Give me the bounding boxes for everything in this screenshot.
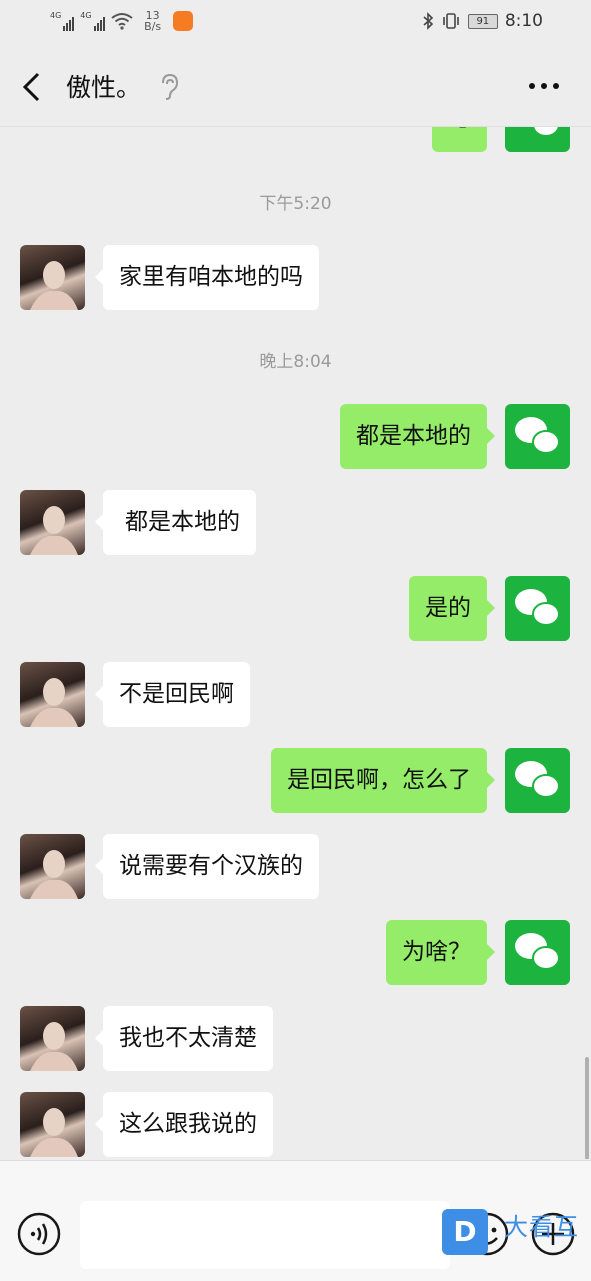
message-input[interactable]: [80, 1201, 450, 1269]
voice-input-icon[interactable]: [16, 1211, 62, 1257]
sent-message-bubble[interactable]: 是回民啊，怎么了: [271, 748, 495, 813]
timestamp: 下午5:20: [259, 194, 332, 214]
battery-icon: 91: [467, 13, 498, 29]
cellular-signal-icon: 4G: [80, 11, 105, 31]
network-speed: 13 B/s: [144, 9, 162, 33]
received-message-bubble[interactable]: 家里有咱本地的吗: [95, 245, 319, 310]
cellular-signal-icon: 4G: [50, 11, 75, 31]
contact-avatar[interactable]: [20, 1006, 85, 1071]
message-list[interactable]: 嗯 下午5:20 家里有咱本地的吗 晚上8:04 都是本地的 都是本地的 是的 …: [0, 127, 591, 1159]
status-bar: 4G 4G 13 B/s 91 8:10: [0, 0, 591, 46]
received-message-bubble[interactable]: 说需要有个汉族的: [95, 834, 319, 899]
contact-avatar[interactable]: [20, 834, 85, 899]
contact-avatar[interactable]: [20, 1092, 85, 1157]
my-avatar-wechat-icon[interactable]: [505, 127, 570, 152]
received-message-bubble[interactable]: 这么跟我说的: [95, 1092, 273, 1157]
input-bar: D 大看互: [0, 1160, 591, 1281]
sent-message-bubble[interactable]: 是的: [409, 576, 495, 641]
watermark-logo: D: [442, 1209, 488, 1255]
received-message-bubble[interactable]: 都是本地的: [95, 490, 256, 555]
sent-message-bubble[interactable]: 嗯: [432, 127, 487, 152]
chat-header: 傲性。: [0, 46, 591, 127]
app-notification-icon: [172, 11, 193, 31]
my-avatar-wechat-icon[interactable]: [505, 748, 570, 813]
bluetooth-icon: [423, 12, 433, 30]
contact-avatar[interactable]: [20, 490, 85, 555]
received-message-bubble[interactable]: 不是回民啊: [95, 662, 250, 727]
watermark-text: 大看互: [504, 1213, 579, 1241]
clock: 8:10: [504, 11, 543, 31]
timestamp: 晚上8:04: [259, 352, 332, 372]
contact-avatar[interactable]: [20, 245, 85, 310]
watermark: D 大看互: [442, 1205, 582, 1255]
back-arrow-icon[interactable]: [20, 72, 44, 102]
chat-title: 傲性。: [66, 73, 142, 102]
received-message-bubble[interactable]: 我也不太清楚: [95, 1006, 273, 1071]
more-options-icon[interactable]: [528, 81, 560, 91]
ear-icon: [162, 73, 179, 100]
my-avatar-wechat-icon[interactable]: [505, 920, 570, 985]
sent-message-bubble[interactable]: 都是本地的: [340, 404, 495, 469]
vibrate-icon: [443, 13, 459, 29]
sent-message-bubble[interactable]: 为啥？: [386, 920, 495, 985]
my-avatar-wechat-icon[interactable]: [505, 404, 570, 469]
my-avatar-wechat-icon[interactable]: [505, 576, 570, 641]
wifi-icon: [110, 13, 133, 30]
scrollbar[interactable]: [585, 1057, 589, 1159]
contact-avatar[interactable]: [20, 662, 85, 727]
